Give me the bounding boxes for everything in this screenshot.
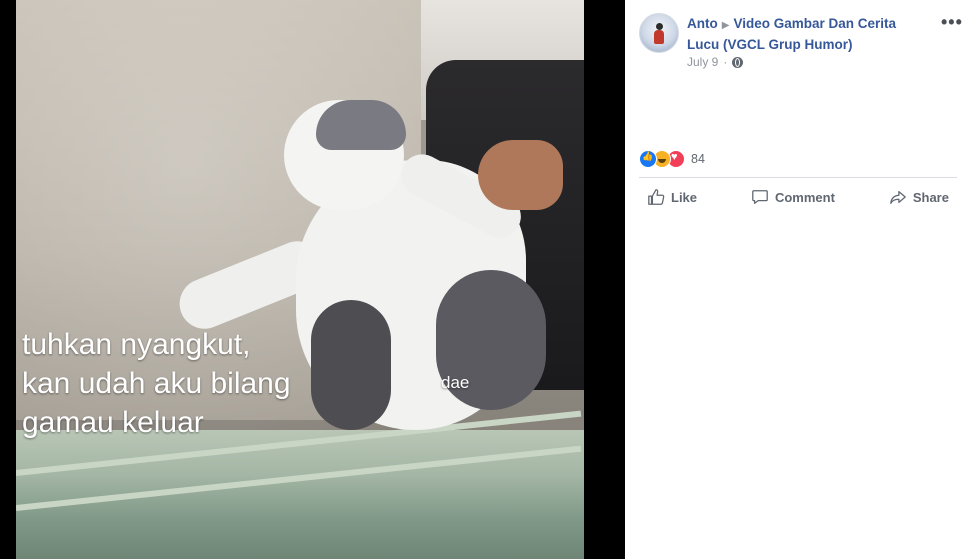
like-button[interactable]: Like xyxy=(639,184,705,210)
author-avatar[interactable] xyxy=(639,13,679,53)
comment-button[interactable]: Comment xyxy=(743,184,843,210)
post-meta: July 9 · xyxy=(687,55,744,69)
more-options-icon[interactable]: ••• xyxy=(941,12,963,33)
caret-right-icon: ▶ xyxy=(721,20,730,31)
author-name-link[interactable]: Anto xyxy=(687,16,718,31)
post-date-link[interactable]: July 9 xyxy=(687,55,718,69)
photo-watermark: dae xyxy=(441,373,470,392)
divider xyxy=(639,177,957,178)
photo-hand xyxy=(478,140,563,210)
caption-line: tuhkan nyangkut, xyxy=(22,328,251,361)
caption-line: kan udah aku bilang xyxy=(22,367,291,400)
like-reaction-icon xyxy=(639,150,657,168)
photo-cat-head-marking xyxy=(316,100,406,150)
reaction-count: 84 xyxy=(691,152,705,166)
post-sidebar: Anto ▶ Video Gambar Dan Cerita Lucu (VGCL … xyxy=(625,0,970,559)
avatar-head xyxy=(656,23,663,30)
comment-icon xyxy=(752,190,768,204)
comment-label: Comment xyxy=(774,189,835,205)
avatar-figure xyxy=(654,30,664,44)
caption-line: gamau keluar xyxy=(22,406,204,439)
photo-cat-patch xyxy=(311,300,391,430)
share-label: Share xyxy=(912,189,949,205)
reactions-summary[interactable]: 84 xyxy=(639,150,705,168)
photo-floor-track xyxy=(16,430,584,559)
photo-image xyxy=(16,0,584,559)
share-button[interactable]: Share xyxy=(881,184,957,210)
post-photo[interactable]: tuhkan nyangkut, kan udah aku bilang gam… xyxy=(0,0,625,559)
like-label: Like xyxy=(671,189,698,205)
photo-caption: tuhkan nyangkut, kan udah aku bilang gam… xyxy=(22,325,291,442)
thumbs-up-icon xyxy=(648,189,665,205)
post-header: Anto ▶ Video Gambar Dan Cerita Lucu (VGCL … xyxy=(687,14,927,54)
share-icon xyxy=(890,190,906,204)
post-actions: Like Comment Share xyxy=(639,180,957,214)
globe-icon[interactable] xyxy=(732,56,744,68)
